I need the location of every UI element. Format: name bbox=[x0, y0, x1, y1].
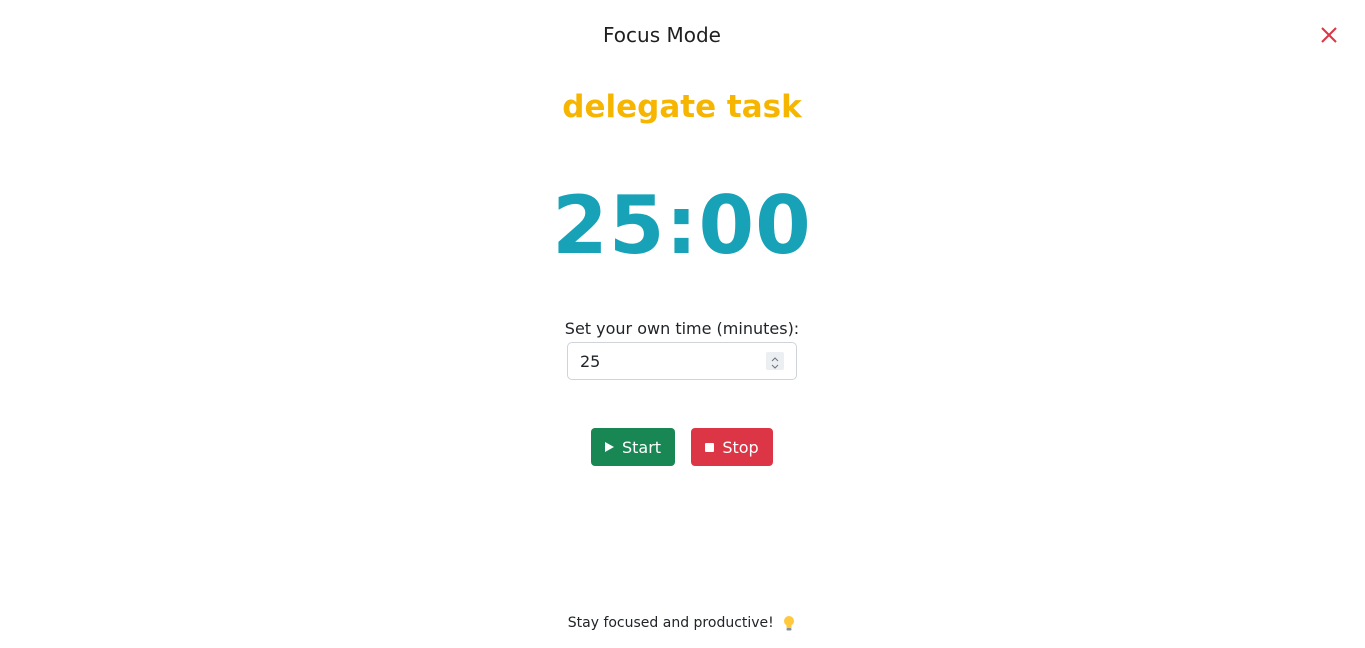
chevron-up-icon[interactable] bbox=[771, 353, 779, 362]
focus-mode-screen: Focus Mode delegate task 25:00 Set your … bbox=[0, 0, 1365, 648]
number-spinner[interactable] bbox=[766, 352, 784, 370]
start-button[interactable]: Start bbox=[591, 428, 675, 466]
chevron-down-icon[interactable] bbox=[771, 361, 779, 369]
footer-message-row: Stay focused and productive! bbox=[432, 612, 932, 634]
stop-button-label: Stop bbox=[722, 437, 759, 457]
timer-display: 25:00 bbox=[552, 179, 812, 272]
play-icon bbox=[604, 442, 614, 452]
custom-time-label: Set your own time (minutes): bbox=[564, 319, 800, 338]
close-icon bbox=[1321, 27, 1337, 43]
stop-icon bbox=[705, 442, 715, 452]
close-button[interactable] bbox=[1314, 22, 1344, 48]
lightbulb-icon bbox=[784, 616, 795, 631]
page-title: Focus Mode bbox=[603, 23, 721, 47]
stop-button[interactable]: Stop bbox=[691, 428, 773, 466]
custom-time-field bbox=[567, 342, 797, 380]
task-name: delegate task bbox=[562, 89, 802, 125]
start-button-label: Start bbox=[621, 437, 662, 457]
custom-time-input[interactable] bbox=[568, 343, 760, 379]
footer-message: Stay focused and productive! bbox=[567, 615, 774, 631]
